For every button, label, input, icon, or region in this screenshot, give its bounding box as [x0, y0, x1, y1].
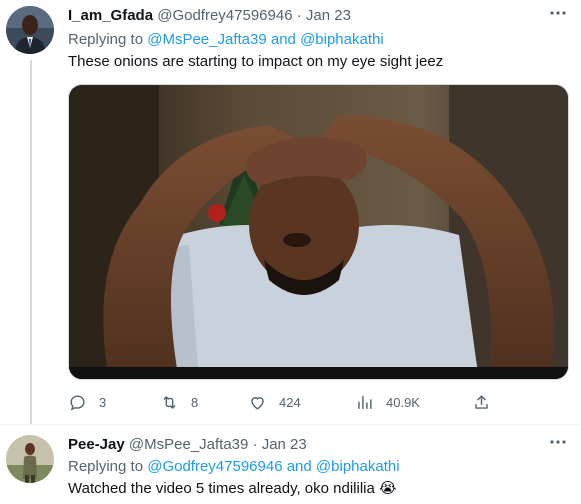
tweet-date[interactable]: Jan 23	[262, 436, 307, 453]
separator-dot: ·	[296, 7, 302, 24]
retweet-count: 8	[191, 394, 199, 410]
avatar[interactable]	[6, 6, 54, 54]
tweet-image[interactable]	[68, 84, 569, 380]
tweet-date[interactable]: Jan 23	[306, 7, 351, 24]
reply-button[interactable]: 3	[68, 390, 106, 414]
mention-link[interactable]: @biphakathi	[300, 31, 384, 48]
tweet-text: Watched the video 5 times already, oko n…	[68, 480, 397, 497]
user-handle[interactable]: @Godfrey47596946	[157, 7, 292, 24]
mention-and: and	[286, 458, 312, 475]
display-name[interactable]: Pee-Jay	[68, 436, 125, 453]
views-count: 40.9K	[386, 394, 420, 410]
views-button[interactable]: 40.9K	[355, 390, 420, 414]
user-handle[interactable]: @MsPee_Jafta39	[129, 436, 248, 453]
mention-link[interactable]: @MsPee_Jafta39	[147, 31, 266, 48]
mention-link[interactable]: @biphakathi	[316, 458, 400, 475]
more-icon[interactable]	[549, 433, 567, 456]
tweet-actions: 3 8 424 40.9K	[68, 390, 498, 414]
tweet-header: Pee-Jay @MsPee_Jafta39 · Jan 23	[68, 435, 307, 455]
like-count: 424	[279, 394, 301, 410]
tweet[interactable]: I_am_Gfada @Godfrey47596946 · Jan 23 Rep…	[0, 0, 581, 425]
like-button[interactable]: 424	[248, 390, 301, 414]
replying-to-label: Replying to	[68, 458, 144, 475]
avatar[interactable]	[6, 435, 54, 483]
retweet-icon	[163, 395, 176, 409]
share-icon	[475, 394, 488, 409]
mention-and: and	[270, 31, 296, 48]
retweet-button[interactable]: 8	[160, 390, 198, 414]
display-name[interactable]: I_am_Gfada	[68, 7, 153, 24]
reply-count: 3	[99, 394, 107, 410]
like-icon	[251, 396, 264, 410]
mention-link[interactable]: @Godfrey47596946	[147, 458, 282, 475]
views-icon	[358, 395, 372, 409]
replying-to-label: Replying to	[68, 31, 144, 48]
tweet-header: I_am_Gfada @Godfrey47596946 · Jan 23	[68, 6, 351, 26]
replying-to: Replying to @MsPee_Jafta39 and @biphakat…	[68, 30, 384, 50]
share-button[interactable]	[472, 390, 503, 414]
replying-to: Replying to @Godfrey47596946 and @biphak…	[68, 457, 400, 477]
tweet[interactable]: Pee-Jay @MsPee_Jafta39 · Jan 23 Replying…	[0, 425, 581, 504]
separator-dot: ·	[252, 436, 258, 453]
more-icon[interactable]	[549, 4, 567, 27]
thread-line	[30, 60, 32, 424]
tweet-text: These onions are starting to impact on m…	[68, 53, 444, 70]
reply-icon	[70, 394, 85, 411]
